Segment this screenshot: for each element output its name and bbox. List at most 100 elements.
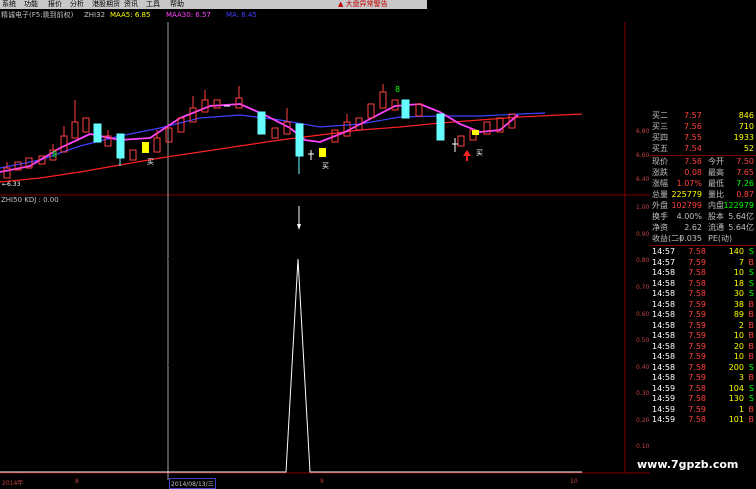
stat-value: 7.50	[736, 157, 754, 166]
price-axis-label: 6.60	[636, 152, 650, 159]
tick-side: S	[748, 362, 754, 372]
stat-label: 量比	[708, 190, 724, 199]
stat-value: 225779	[671, 190, 702, 199]
stat-value: 2.62	[684, 223, 702, 232]
tick-time: 14:58	[652, 268, 676, 277]
tick-volume: 104	[728, 383, 744, 393]
tick-side: B	[748, 352, 755, 361]
bid-label: 买三	[652, 122, 668, 131]
stat-value: 4.00%	[676, 212, 702, 221]
tick-volume: 38	[733, 299, 744, 309]
price-axis-label: 6.40	[636, 176, 650, 183]
tick-volume: 20	[733, 341, 744, 351]
kdj-axis-label: 0.10	[636, 443, 650, 450]
tick-row: 14:58 7.58 30 S	[650, 288, 756, 299]
bid-row: 买五 7.54 52	[650, 143, 756, 154]
x-axis-label: 9	[320, 478, 324, 485]
buy-marker: 买	[147, 158, 154, 166]
green-flag-icon: 8	[395, 85, 400, 94]
tick-side: S	[748, 268, 754, 277]
tick-row: 14:59 7.58 130 S	[650, 393, 756, 404]
tick-time: 14:58	[652, 362, 676, 372]
stat-value: 0.08	[684, 168, 702, 177]
tick-price: 7.59	[688, 257, 706, 267]
tick-price: 7.59	[688, 341, 706, 351]
bid-volume: 1933	[733, 133, 754, 142]
stat-label: 内盘	[708, 201, 724, 210]
stat-label: 股本	[708, 212, 724, 221]
tick-time: 14:58	[652, 352, 676, 361]
stat-row: 现价 7.58 今开 7.50	[650, 156, 756, 167]
tick-volume: 3	[738, 373, 744, 382]
tick-volume: 1	[738, 404, 744, 414]
x-axis-label: 10	[570, 478, 578, 485]
crosshair-date-label: 2014/08/13/三	[169, 478, 216, 489]
bid-label: 买四	[652, 133, 668, 142]
low-price-label: ←6.33	[2, 181, 21, 188]
watermark-text: www.7gpzb.com	[637, 458, 739, 471]
stat-value: 1.07%	[676, 179, 702, 188]
kdj-axis-label: 0.30	[636, 390, 650, 397]
stat-label: 总量	[652, 190, 668, 199]
tick-row: 14:57 7.58 140 S	[650, 246, 756, 257]
stat-value: 5.64亿	[728, 223, 754, 232]
chart-area[interactable]: 买 买 买 8 8 ←6.33	[0, 0, 650, 487]
tick-row: 14:59 7.58 104 S	[650, 383, 756, 394]
quote-separator	[650, 155, 756, 156]
bid-volume: 710	[738, 122, 754, 131]
tick-row: 14:58 7.59 38 B	[650, 299, 756, 310]
tick-time: 14:58	[652, 310, 676, 319]
bid-label: 买五	[652, 144, 668, 153]
tick-row: 14:58 7.59 10 B	[650, 351, 756, 362]
tick-side: B	[748, 320, 755, 330]
tick-side: B	[748, 331, 755, 340]
tick-volume: 10	[733, 331, 744, 340]
tick-side: S	[748, 289, 754, 298]
tick-volume: 140	[728, 247, 744, 256]
tick-price: 7.59	[688, 373, 706, 382]
x-axis-label: 2014年	[2, 480, 24, 487]
stat-label: PE(动)	[708, 234, 733, 243]
tick-side: B	[748, 310, 755, 319]
ma-red-line	[0, 113, 583, 183]
tick-time: 14:57	[652, 257, 676, 267]
tick-time: 14:58	[652, 289, 676, 298]
bid-label: 买二	[652, 111, 668, 120]
kdj-axis-label: 0.80	[636, 257, 650, 264]
tick-side: S	[748, 383, 754, 393]
kdj-axis-label: 1.00	[636, 204, 650, 211]
tick-volume: 30	[733, 289, 744, 298]
tick-row: 14:58 7.58 18 S	[650, 278, 756, 289]
tick-volume: 130	[728, 394, 744, 403]
tick-price: 7.58	[688, 415, 706, 424]
quote-separator	[650, 245, 756, 246]
tick-volume: 10	[733, 352, 744, 361]
bid-price: 7.54	[684, 144, 702, 153]
tick-side: B	[748, 257, 755, 267]
kdj-axis-label: 0.50	[636, 337, 650, 344]
stat-row: 外盘 102799 内盘 122979	[650, 200, 756, 211]
tick-price: 7.58	[688, 394, 706, 403]
tick-side: B	[748, 341, 755, 351]
tick-row: 14:59 7.59 1 B	[650, 404, 756, 415]
stat-label: 最低	[708, 179, 724, 188]
kdj-indicator-label: ZHI50 KDJ : 0.00	[1, 196, 59, 204]
tick-volume: 2	[738, 320, 744, 330]
tick-time: 14:58	[652, 341, 676, 351]
kdj-grid	[0, 258, 625, 366]
tick-row: 14:59 7.58 101 B	[650, 414, 756, 425]
red-arrow-icon	[463, 150, 471, 161]
tick-time: 14:58	[652, 278, 676, 288]
kdj-axis-label: 0.40	[636, 364, 650, 371]
tick-volume: 7	[738, 257, 744, 267]
tick-side: S	[748, 278, 754, 288]
kdj-line	[0, 258, 582, 473]
tick-volume: 200	[728, 362, 744, 372]
tick-time: 14:59	[652, 394, 676, 403]
stat-value: 7.26	[736, 179, 754, 188]
tick-time: 14:59	[652, 404, 676, 414]
kdj-axis-label: 0.70	[636, 284, 650, 291]
tick-volume: 101	[728, 415, 744, 424]
tick-side: B	[748, 373, 755, 382]
tick-price: 7.59	[688, 299, 706, 309]
